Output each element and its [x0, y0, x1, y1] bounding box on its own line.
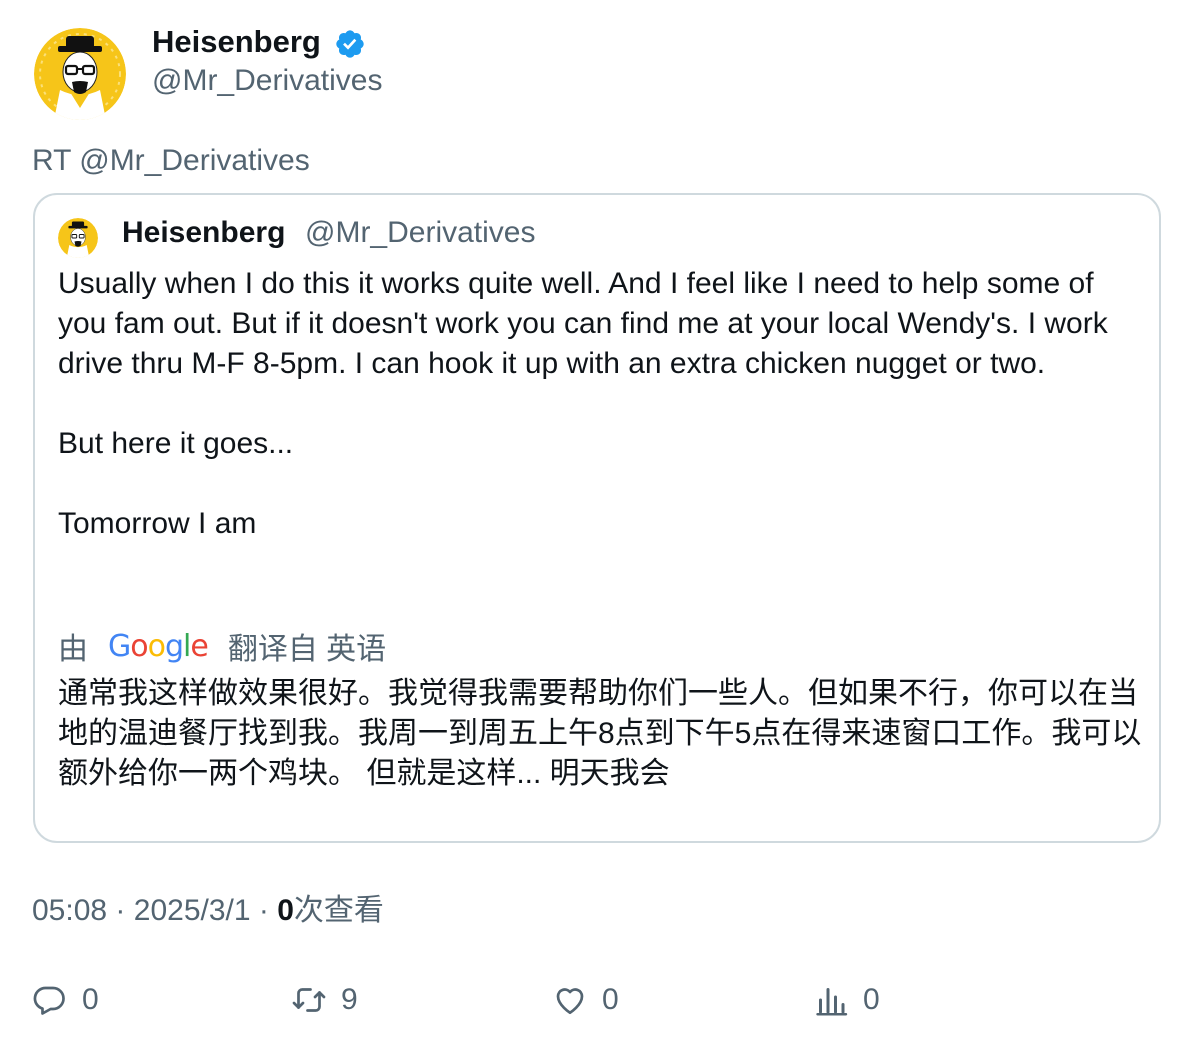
like-button[interactable]: 0 — [552, 980, 619, 1020]
tweet-meta: 05:08 · 2025/3/1 · 0次查看 — [32, 893, 384, 929]
quoted-paragraph: Tomorrow I am — [58, 507, 257, 540]
google-logo: Google — [108, 628, 209, 664]
quoted-paragraph: Usually when I do this it works quite we… — [58, 267, 1108, 380]
views-label: 次查看 — [293, 894, 384, 927]
meta-separator: · — [115, 894, 126, 927]
retweet-count: 9 — [341, 983, 358, 1016]
reply-icon — [32, 982, 68, 1018]
translation-attribution: 由 Google 翻译自 英语 — [58, 624, 386, 668]
quoted-paragraph: But here it goes... — [58, 427, 294, 460]
reply-button[interactable]: 0 — [32, 980, 99, 1020]
quoted-handle: @Mr_Derivatives — [305, 216, 536, 249]
quoted-tweet-body: Usually when I do this it works quite we… — [58, 264, 1148, 544]
tweet-date[interactable]: 2025/3/1 — [134, 894, 251, 927]
author-avatar[interactable] — [34, 28, 126, 120]
quoted-display-name: Heisenberg — [122, 216, 286, 249]
tweet-text: RT @Mr_Derivatives — [32, 144, 310, 177]
analytics-icon — [813, 982, 849, 1018]
views-count: 0 — [277, 894, 294, 927]
translated-text: 通常我这样做效果很好。我觉得我需要帮助你们一些人。但如果不行，你可以在当地的温迪… — [58, 677, 1142, 790]
meta-separator: · — [258, 894, 269, 927]
heart-icon — [552, 982, 588, 1018]
author-handle[interactable]: @Mr_Derivatives — [152, 63, 383, 99]
views-action-count: 0 — [863, 983, 880, 1016]
translation-suffix: 翻译自 英语 — [227, 633, 387, 666]
views-button[interactable]: 0 — [813, 980, 880, 1020]
reply-count: 0 — [82, 983, 99, 1016]
author-display-name[interactable]: Heisenberg — [152, 24, 321, 60]
like-count: 0 — [602, 983, 619, 1016]
tweet-time[interactable]: 05:08 — [32, 894, 107, 927]
quoted-author-avatar — [58, 218, 98, 258]
retweet-button[interactable]: 9 — [291, 980, 358, 1020]
retweet-icon — [291, 982, 327, 1018]
verified-badge-icon — [334, 28, 366, 60]
translation-prefix: 由 — [58, 633, 88, 666]
